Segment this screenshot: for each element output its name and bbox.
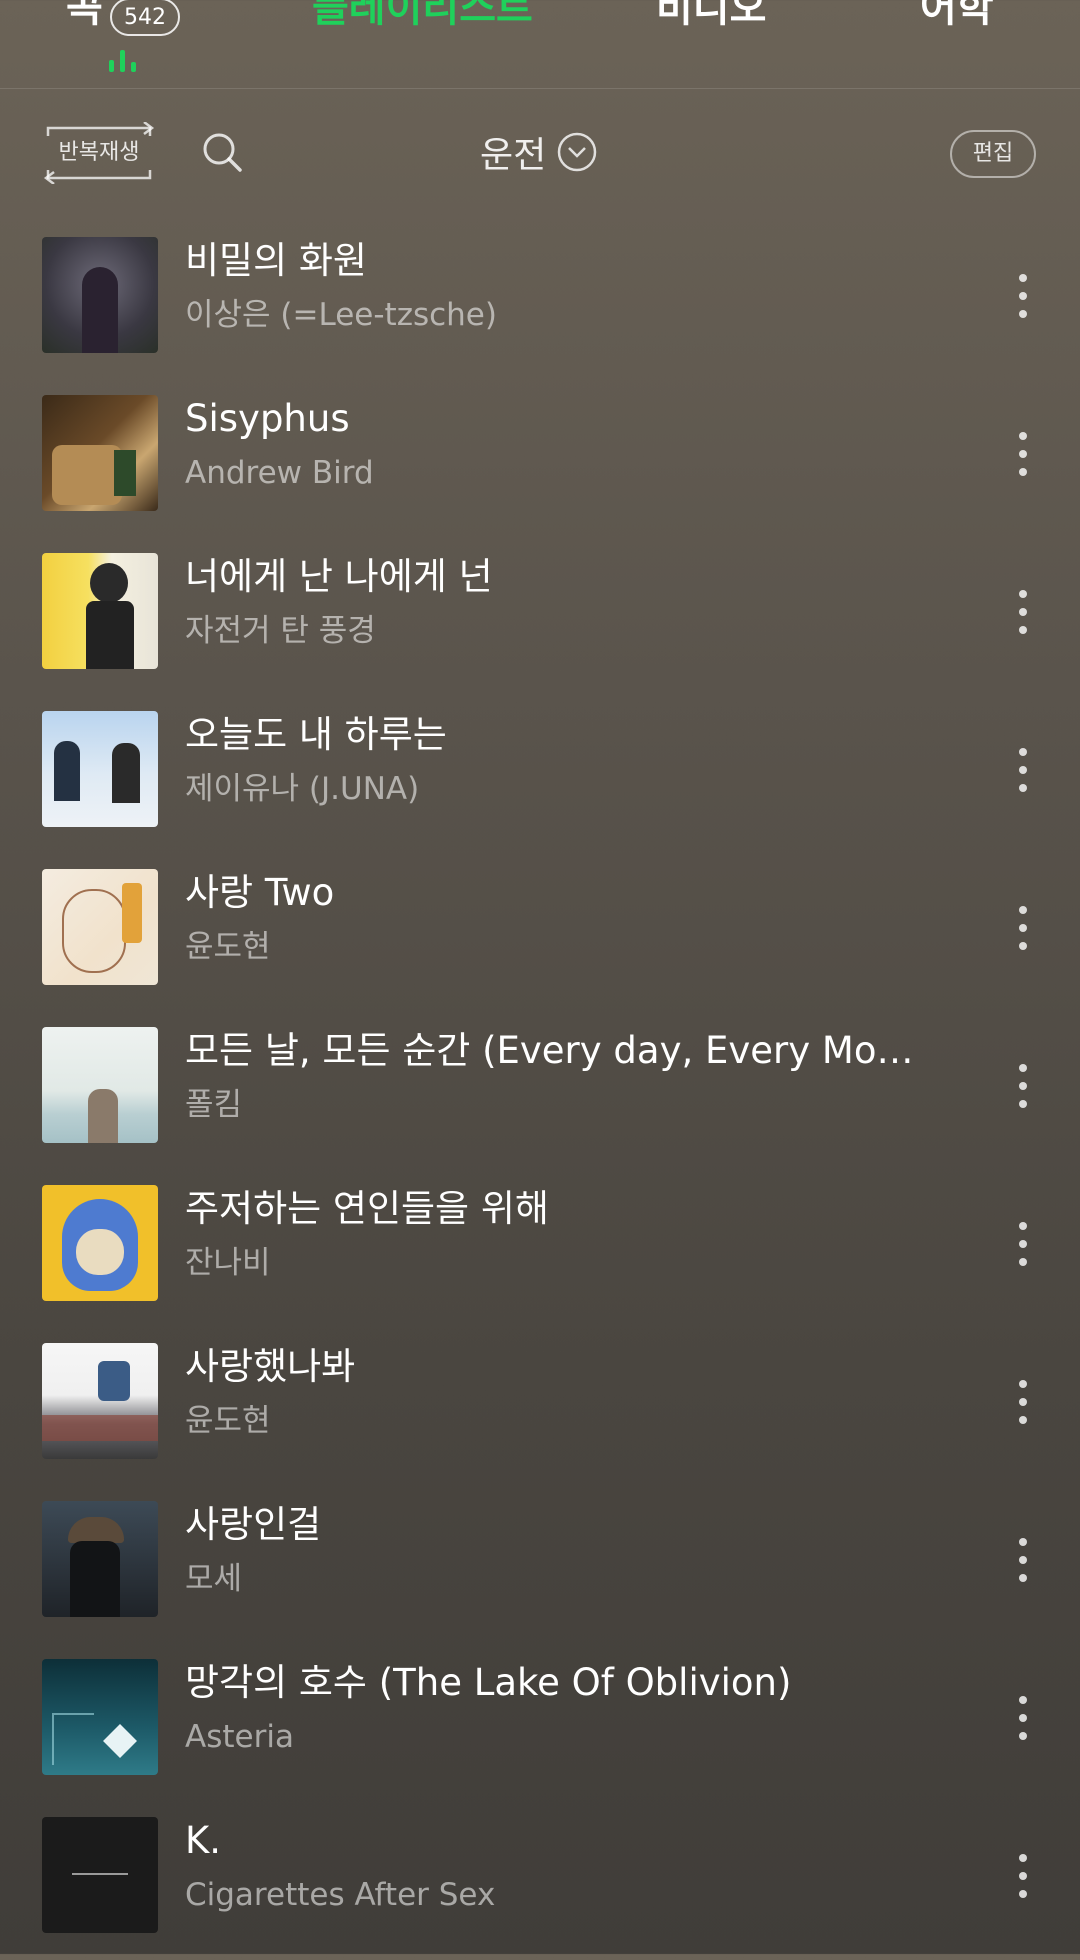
tab-songs-label: 곡 — [66, 0, 103, 31]
more-options-icon[interactable] — [1000, 1372, 1046, 1432]
more-options-icon[interactable] — [1000, 582, 1046, 642]
song-title: Sisyphus — [185, 397, 350, 440]
song-title: 사랑 Two — [185, 871, 335, 914]
tab-playlist[interactable]: 플레이리스트 — [312, 0, 533, 38]
more-options-icon[interactable] — [1000, 740, 1046, 800]
song-row[interactable]: 오늘도 내 하루는 제이유나 (J.UNA) — [0, 704, 1080, 854]
tab-video-label: 비디오 — [656, 0, 767, 31]
song-row[interactable]: 사랑 Two 윤도현 — [0, 862, 1080, 1012]
song-title: 사랑했나봐 — [185, 1345, 356, 1388]
more-options-icon[interactable] — [1000, 1846, 1046, 1906]
search-icon[interactable] — [200, 130, 244, 174]
song-title: K. — [185, 1819, 222, 1862]
song-artist: 제이유나 (J.UNA) — [185, 771, 420, 807]
song-row[interactable]: 너에게 난 나에게 넌 자전거 탄 풍경 — [0, 546, 1080, 696]
repeat-button[interactable]: 반복재생 — [40, 122, 158, 184]
album-cover — [42, 1027, 158, 1143]
song-row[interactable]: 비밀의 화원 이상은 (=Lee-tzsche) — [0, 230, 1080, 380]
tab-songs[interactable]: 곡 — [66, 0, 103, 38]
song-row[interactable]: 주저하는 연인들을 위해 잔나비 — [0, 1178, 1080, 1328]
album-cover — [42, 1185, 158, 1301]
album-cover — [42, 395, 158, 511]
album-cover — [42, 711, 158, 827]
album-cover — [42, 1501, 158, 1617]
song-artist: 윤도현 — [185, 1403, 271, 1439]
song-row[interactable]: K. Cigarettes After Sex — [0, 1810, 1080, 1960]
chevron-down-circle-icon — [558, 132, 597, 172]
songs-count-badge: 542 — [110, 0, 180, 36]
playlist-toolbar: 반복재생 운전 편집 — [0, 100, 1080, 205]
song-row[interactable]: 사랑인걸 모세 — [0, 1494, 1080, 1644]
song-artist: 자전거 탄 풍경 — [185, 613, 376, 649]
more-options-icon[interactable] — [1000, 1530, 1046, 1590]
album-cover — [42, 869, 158, 985]
song-title: 망각의 호수 (The Lake Of Oblivion) — [185, 1661, 792, 1704]
song-title: 주저하는 연인들을 위해 — [185, 1187, 549, 1230]
song-row[interactable]: 모든 날, 모든 순간 (Every day, Every Moment) 폴킴 — [0, 1020, 1080, 1170]
song-title: 오늘도 내 하루는 — [185, 713, 447, 756]
song-title: 너에게 난 나에게 넌 — [185, 555, 493, 598]
song-title: 비밀의 화원 — [185, 239, 367, 282]
song-artist: Andrew Bird — [185, 455, 374, 491]
more-options-icon[interactable] — [1000, 898, 1046, 958]
album-cover — [42, 1659, 158, 1775]
album-cover — [42, 553, 158, 669]
more-options-icon[interactable] — [1000, 1688, 1046, 1748]
song-artist: 잔나비 — [185, 1245, 271, 1281]
tab-video[interactable]: 비디오 — [656, 0, 766, 38]
song-artist: 이상은 (=Lee-tzsche) — [185, 297, 497, 333]
playlist-selector[interactable]: 운전 — [480, 124, 598, 180]
more-options-icon[interactable] — [1000, 1214, 1046, 1274]
song-title: 사랑인걸 — [185, 1503, 322, 1546]
song-artist: 폴킴 — [185, 1087, 243, 1123]
song-artist: Asteria — [185, 1719, 294, 1755]
tab-playlist-label: 플레이리스트 — [312, 0, 533, 31]
tab-language-label: 어학 — [920, 0, 994, 31]
song-title: 모든 날, 모든 순간 (Every day, Every Moment) — [185, 1029, 925, 1072]
tab-language[interactable]: 어학 — [920, 0, 994, 38]
more-options-icon[interactable] — [1000, 424, 1046, 484]
album-cover — [42, 1817, 158, 1933]
song-row[interactable]: 사랑했나봐 윤도현 — [0, 1336, 1080, 1486]
song-row[interactable]: Sisyphus Andrew Bird — [0, 388, 1080, 538]
playlist-name: 운전 — [480, 135, 547, 176]
now-playing-equalizer-icon — [105, 48, 141, 72]
edit-button[interactable]: 편집 — [950, 130, 1036, 178]
album-cover — [42, 1343, 158, 1459]
song-artist: 윤도현 — [185, 929, 271, 965]
more-options-icon[interactable] — [1000, 266, 1046, 326]
song-artist: 모세 — [185, 1561, 243, 1597]
top-tab-bar: 곡 542 플레이리스트 비디오 어학 — [0, 0, 1080, 89]
song-row[interactable]: 망각의 호수 (The Lake Of Oblivion) Asteria — [0, 1652, 1080, 1802]
more-options-icon[interactable] — [1000, 1056, 1046, 1116]
song-artist: Cigarettes After Sex — [185, 1877, 496, 1913]
repeat-label: 반복재생 — [58, 140, 140, 165]
album-cover — [42, 237, 158, 353]
